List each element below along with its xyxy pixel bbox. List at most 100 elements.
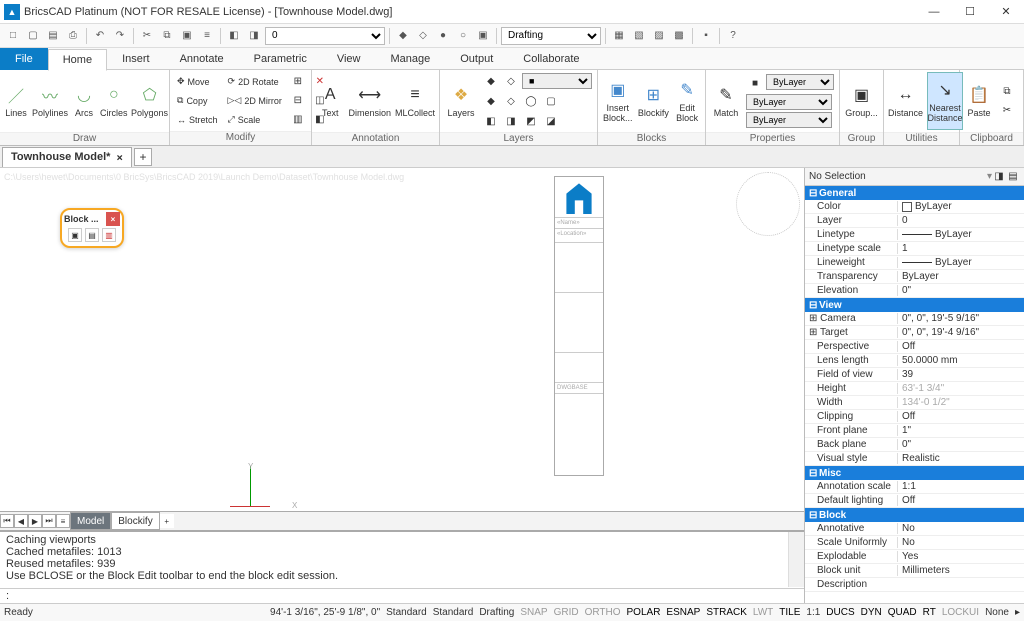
cut-icon[interactable]: ✂ bbox=[138, 27, 156, 45]
color-icon[interactable]: ■ bbox=[746, 74, 764, 92]
insert-block-button[interactable]: ▣Insert Block... bbox=[602, 72, 634, 130]
model-tab[interactable]: Model bbox=[70, 512, 111, 530]
tab-output[interactable]: Output bbox=[445, 48, 508, 70]
match-icon[interactable]: ≡ bbox=[198, 27, 216, 45]
layout-first-icon[interactable]: ⏮ bbox=[0, 514, 14, 528]
tool4-icon[interactable]: ○ bbox=[454, 27, 472, 45]
move-button[interactable]: ✥Move bbox=[174, 73, 221, 91]
status-scale[interactable]: 1:1 bbox=[806, 607, 820, 618]
status-arrow-icon[interactable]: ▸ bbox=[1015, 607, 1020, 618]
modify-icon-1[interactable]: ⊞ bbox=[289, 73, 307, 91]
help-icon[interactable]: ? bbox=[724, 27, 742, 45]
print-icon[interactable]: ⎙ bbox=[64, 27, 82, 45]
layer-combo-ribbon[interactable]: ■ bbox=[522, 73, 592, 89]
block-tool-2[interactable]: ▤ bbox=[85, 228, 99, 242]
section-view[interactable]: ⊟View bbox=[805, 298, 1024, 312]
dimension-button[interactable]: ⟷Dimension bbox=[348, 72, 391, 130]
layer-state-icon[interactable]: ◧ bbox=[225, 27, 243, 45]
layer-combo[interactable]: 0 bbox=[265, 27, 385, 45]
status-ws[interactable]: Drafting bbox=[479, 607, 514, 618]
nav-wheel[interactable] bbox=[736, 172, 800, 236]
tab-annotate[interactable]: Annotate bbox=[165, 48, 239, 70]
distance-button[interactable]: ↔Distance bbox=[888, 72, 923, 130]
tab-home[interactable]: Home bbox=[48, 49, 107, 71]
save-icon[interactable]: ▤ bbox=[44, 27, 62, 45]
section-misc[interactable]: ⊟Misc bbox=[805, 466, 1024, 480]
toggle-snap[interactable]: SNAP bbox=[520, 607, 547, 618]
layer-filter-icon[interactable]: ◨ bbox=[245, 27, 263, 45]
layout-next-icon[interactable]: ▶ bbox=[28, 514, 42, 528]
maximize-button[interactable]: ☐ bbox=[952, 0, 988, 24]
toggle-grid[interactable]: GRID bbox=[554, 607, 579, 618]
add-tab-button[interactable]: + bbox=[134, 148, 152, 166]
toggle-ortho[interactable]: ORTHO bbox=[585, 607, 621, 618]
scale-button[interactable]: ⤢Scale bbox=[225, 111, 285, 129]
status-std2[interactable]: Standard bbox=[433, 607, 474, 618]
toggle-lwt[interactable]: LWT bbox=[753, 607, 773, 618]
mlcollect-button[interactable]: ≡MLCollect bbox=[395, 72, 435, 130]
layers-button[interactable]: ❖Layers bbox=[444, 72, 478, 130]
block-popup-close-icon[interactable]: × bbox=[106, 212, 120, 226]
mirror-button[interactable]: ▷◁2D Mirror bbox=[225, 92, 285, 110]
tab-view[interactable]: View bbox=[322, 48, 376, 70]
stretch-button[interactable]: ↔Stretch bbox=[174, 111, 221, 129]
color-combo[interactable]: ByLayer bbox=[766, 74, 834, 90]
polygons-button[interactable]: ⬠Polygons bbox=[132, 72, 168, 130]
status-std1[interactable]: Standard bbox=[386, 607, 427, 618]
rotate-button[interactable]: ⟳2D Rotate bbox=[225, 73, 285, 91]
tab-close-icon[interactable]: × bbox=[116, 151, 123, 164]
clip-icon-1[interactable]: ⧉ bbox=[998, 83, 1016, 101]
toggle-rt[interactable]: RT bbox=[923, 607, 936, 618]
paste-icon[interactable]: ▣ bbox=[178, 27, 196, 45]
text-button[interactable]: AText bbox=[316, 72, 344, 130]
match-button[interactable]: ✎Match bbox=[710, 72, 742, 130]
lay-icon-6[interactable]: ▢ bbox=[542, 92, 560, 110]
cmd-scrollbar[interactable] bbox=[788, 532, 804, 587]
workspace-combo[interactable]: Drafting bbox=[501, 27, 601, 45]
tool1-icon[interactable]: ◆ bbox=[394, 27, 412, 45]
lay-icon-7[interactable]: ◧ bbox=[482, 112, 500, 130]
paste-button[interactable]: 📋Paste bbox=[964, 72, 994, 130]
block-tool-3[interactable]: ▥ bbox=[102, 228, 116, 242]
toggle-ducs[interactable]: DUCS bbox=[826, 607, 854, 618]
linetype-combo[interactable]: ByLayer bbox=[746, 94, 832, 110]
tool5-icon[interactable]: ▣ bbox=[474, 27, 492, 45]
lay-icon-1[interactable]: ◆ bbox=[482, 72, 500, 90]
toggle-quad[interactable]: QUAD bbox=[888, 607, 917, 618]
group-button[interactable]: ▣Group... bbox=[844, 72, 879, 130]
open-icon[interactable]: ▢ bbox=[24, 27, 42, 45]
new-icon[interactable]: □ bbox=[4, 27, 22, 45]
lines-button[interactable]: ／Lines bbox=[4, 72, 28, 130]
tool3-icon[interactable]: ● bbox=[434, 27, 452, 45]
lay-icon-4[interactable]: ◇ bbox=[502, 92, 520, 110]
doc-tab[interactable]: Townhouse Model*× bbox=[2, 147, 132, 167]
polylines-button[interactable]: 〰Polylines bbox=[32, 72, 68, 130]
tab-insert[interactable]: Insert bbox=[107, 48, 165, 70]
lineweight-combo[interactable]: ByLayer bbox=[746, 112, 832, 128]
lay-icon-9[interactable]: ◩ bbox=[522, 112, 540, 130]
layout-last-icon[interactable]: ⏭ bbox=[42, 514, 56, 528]
toggle-tile[interactable]: TILE bbox=[779, 607, 800, 618]
toggle-strack[interactable]: STRACK bbox=[706, 607, 747, 618]
tab-collaborate[interactable]: Collaborate bbox=[508, 48, 594, 70]
tool2-icon[interactable]: ◇ bbox=[414, 27, 432, 45]
lay-icon-8[interactable]: ◨ bbox=[502, 112, 520, 130]
clip-icon-2[interactable]: ✂ bbox=[998, 102, 1016, 120]
blockify-tab[interactable]: Blockify bbox=[111, 512, 159, 530]
blockify-button[interactable]: ⊞Blockify bbox=[638, 72, 670, 130]
section-general[interactable]: ⊟General bbox=[805, 186, 1024, 200]
tool10-icon[interactable]: ▪ bbox=[697, 27, 715, 45]
close-button[interactable]: ✕ bbox=[988, 0, 1024, 24]
toggle-lockui[interactable]: LOCKUI bbox=[942, 607, 979, 618]
copy-button[interactable]: ⧉Copy bbox=[174, 92, 221, 110]
toggle-polar[interactable]: POLAR bbox=[627, 607, 661, 618]
layout-add-icon[interactable]: + bbox=[160, 514, 174, 528]
props-filter-icon[interactable]: ◨ bbox=[992, 171, 1006, 182]
status-none[interactable]: None bbox=[985, 607, 1009, 618]
minimize-button[interactable]: — bbox=[916, 0, 952, 24]
redo-icon[interactable]: ↷ bbox=[111, 27, 129, 45]
tool9-icon[interactable]: ▩ bbox=[670, 27, 688, 45]
circles-button[interactable]: ○Circles bbox=[100, 72, 128, 130]
props-pin-icon[interactable]: ▤ bbox=[1006, 171, 1020, 182]
copy-icon[interactable]: ⧉ bbox=[158, 27, 176, 45]
